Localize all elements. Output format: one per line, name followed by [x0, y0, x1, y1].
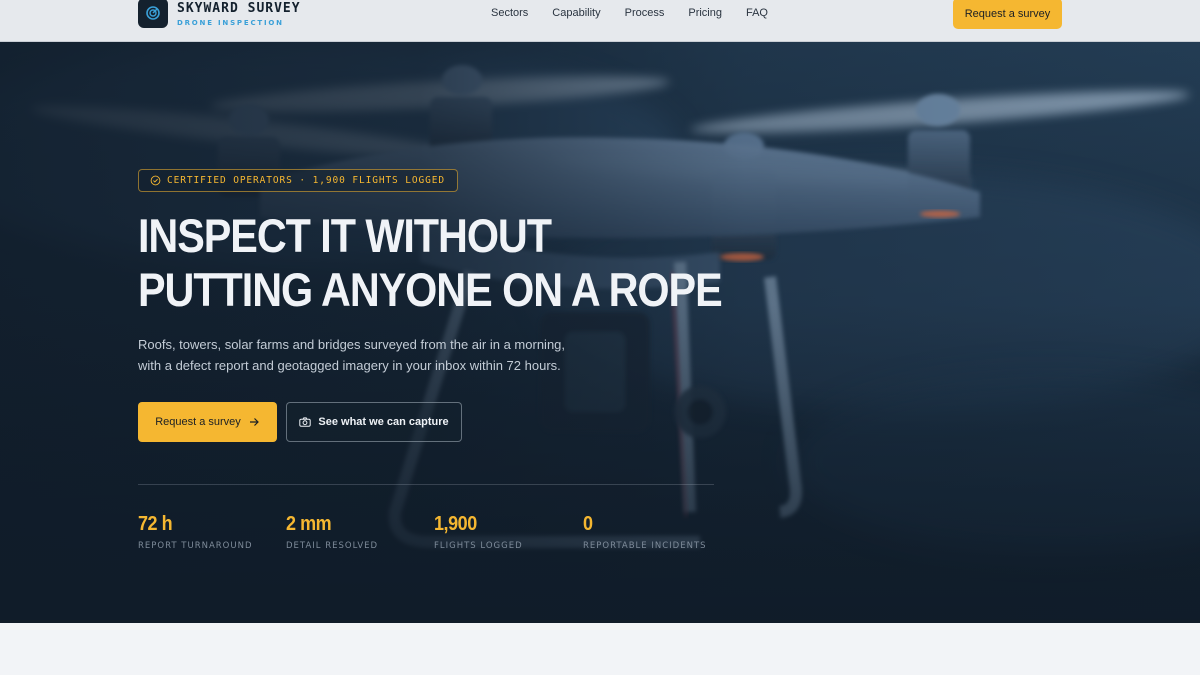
nav-link-sectors[interactable]: Sectors — [491, 7, 528, 19]
stat-label: REPORTABLE INCIDENTS — [583, 541, 707, 551]
arrow-right-icon — [249, 418, 259, 426]
stat-label: FLIGHTS LOGGED — [434, 541, 523, 551]
headline-line-2: PUTTING ANYONE ON A ROPE — [138, 263, 723, 316]
request-survey-button[interactable]: Request a survey — [138, 402, 277, 442]
stats-row: 72 h REPORT TURNAROUND 2 mm DETAIL RESOL… — [138, 512, 738, 562]
stat-value: 72 h — [138, 513, 173, 535]
nav-link-process[interactable]: Process — [625, 7, 665, 19]
headline-line-1: INSPECT IT WITHOUT — [138, 209, 552, 262]
hero-subtext: Roofs, towers, solar farms and bridges s… — [138, 334, 578, 376]
hero-headline: INSPECT IT WITHOUT PUTTING ANYONE ON A R… — [138, 209, 723, 317]
stat-flights: 1,900 FLIGHTS LOGGED — [434, 512, 523, 551]
stat-detail: 2 mm DETAIL RESOLVED — [286, 512, 378, 551]
stat-value: 2 mm — [286, 513, 332, 535]
hero-section: CERTIFIED OPERATORS · 1,900 FLIGHTS LOGG… — [0, 42, 1200, 623]
brand-tagline: DRONE INSPECTION — [177, 19, 284, 27]
top-nav: SKYWARD SURVEY DRONE INSPECTION Sectors … — [0, 0, 1200, 42]
next-section — [0, 623, 1200, 675]
stat-value: 1,900 — [434, 513, 477, 535]
subtext-line-2: with a defect report and geotagged image… — [138, 358, 561, 373]
request-survey-label: Request a survey — [155, 416, 241, 428]
nav-link-capability[interactable]: Capability — [552, 7, 600, 19]
primary-nav: Sectors Capability Process Pricing FAQ — [491, 7, 768, 19]
stat-incidents: 0 REPORTABLE INCIDENTS — [583, 512, 707, 551]
nav-link-pricing[interactable]: Pricing — [688, 7, 722, 19]
nav-request-survey-button[interactable]: Request a survey — [953, 0, 1062, 29]
see-capture-button[interactable]: See what we can capture — [286, 402, 462, 442]
stats-divider — [138, 484, 714, 485]
brand-text: SKYWARD SURVEY DRONE INSPECTION — [177, 0, 301, 29]
brand-name: SKYWARD SURVEY — [177, 1, 301, 16]
radar-icon — [138, 0, 168, 28]
brand-logo-link[interactable]: SKYWARD SURVEY DRONE INSPECTION — [138, 0, 301, 29]
check-circle-icon — [150, 175, 161, 186]
stat-label: REPORT TURNAROUND — [138, 541, 253, 551]
nav-link-faq[interactable]: FAQ — [746, 7, 768, 19]
stat-label: DETAIL RESOLVED — [286, 541, 379, 551]
certification-badge: CERTIFIED OPERATORS · 1,900 FLIGHTS LOGG… — [138, 169, 459, 192]
stat-value: 0 — [583, 513, 593, 535]
stat-turnaround: 72 h REPORT TURNAROUND — [138, 512, 253, 551]
see-capture-label: See what we can capture — [318, 416, 449, 428]
camera-icon — [299, 417, 312, 427]
badge-text: CERTIFIED OPERATORS · 1,900 FLIGHTS LOGG… — [167, 175, 446, 186]
subtext-line-1: Roofs, towers, solar farms and bridges s… — [138, 337, 566, 352]
